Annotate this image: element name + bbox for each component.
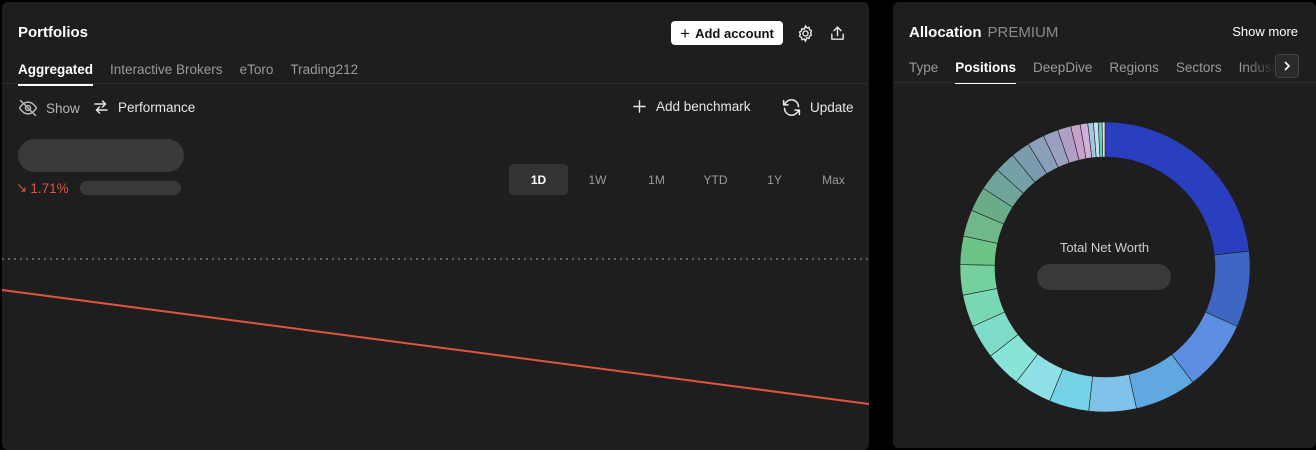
portfolios-panel: Portfolios + Add account Aggregated Inte… xyxy=(2,2,869,450)
premium-badge: PREMIUM xyxy=(987,24,1059,41)
performance-toggle[interactable]: Performance xyxy=(92,98,195,116)
change-amount-placeholder xyxy=(80,181,181,195)
gear-icon[interactable] xyxy=(794,22,816,44)
refresh-icon xyxy=(782,98,801,117)
tabs-divider xyxy=(2,83,869,84)
show-label: Show xyxy=(46,100,80,116)
range-ytd[interactable]: YTD xyxy=(686,164,745,195)
range-1d[interactable]: 1D xyxy=(509,164,568,195)
tab-deepdive[interactable]: DeepDive xyxy=(1033,60,1092,84)
plus-icon: + xyxy=(680,23,691,43)
show-toggle[interactable]: Show xyxy=(18,98,80,118)
donut-slice[interactable] xyxy=(1088,374,1137,413)
tab-regions[interactable]: Regions xyxy=(1109,60,1159,84)
chevron-right-icon[interactable] xyxy=(1275,54,1299,78)
add-account-label: Add account xyxy=(695,25,774,41)
portfolios-title: Portfolios xyxy=(18,24,88,41)
performance-label: Performance xyxy=(118,99,196,115)
allocation-title: Allocation PREMIUM xyxy=(909,24,1058,41)
range-1w[interactable]: 1W xyxy=(568,164,627,195)
show-more-link[interactable]: Show more xyxy=(1232,24,1298,39)
allocation-title-text: Allocation xyxy=(909,24,982,41)
donut-slice[interactable] xyxy=(1104,121,1250,256)
donut-slice[interactable] xyxy=(1101,121,1106,158)
update-button[interactable]: Update xyxy=(781,97,854,118)
down-arrow-icon: ↘ xyxy=(16,180,28,195)
total-net-worth-label: Total Net Worth xyxy=(1059,240,1150,255)
value-placeholder xyxy=(18,139,184,172)
update-label: Update xyxy=(810,100,854,115)
tab-positions[interactable]: Positions xyxy=(955,60,1017,84)
eye-off-icon xyxy=(18,99,38,117)
add-account-button[interactable]: + Add account xyxy=(671,21,783,45)
tab-sectors[interactable]: Sectors xyxy=(1176,60,1222,84)
add-benchmark-button[interactable]: Add benchmark xyxy=(631,98,751,115)
range-1y[interactable]: 1Y xyxy=(745,164,804,195)
add-benchmark-label: Add benchmark xyxy=(656,99,751,114)
tab-type[interactable]: Type xyxy=(909,60,938,84)
performance-chart xyxy=(2,258,869,405)
change-value: 1.71% xyxy=(30,180,69,196)
range-1m[interactable]: 1M xyxy=(627,164,686,195)
swap-icon xyxy=(94,100,108,114)
plus-icon xyxy=(633,100,646,113)
performance-line xyxy=(2,289,869,405)
net-worth-placeholder xyxy=(1037,264,1171,290)
share-icon[interactable] xyxy=(826,22,848,44)
range-max[interactable]: Max xyxy=(804,164,863,195)
change-indicator: ↘ 1.71% xyxy=(16,180,69,196)
time-range-selector: 1D 1W 1M YTD 1Y Max xyxy=(509,164,863,195)
tabs-fade xyxy=(1243,54,1277,80)
allocation-tabs-divider xyxy=(893,82,1316,83)
allocation-panel: Allocation PREMIUM Show more Type Positio… xyxy=(893,2,1316,448)
